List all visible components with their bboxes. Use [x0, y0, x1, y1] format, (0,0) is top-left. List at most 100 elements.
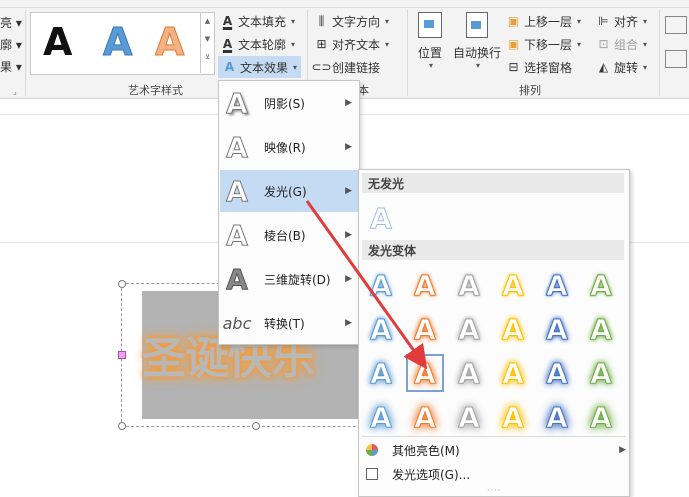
group-separator [407, 10, 408, 96]
create-link-button[interactable]: ⊂⊃ 创建链接 [311, 57, 381, 77]
menu-item-reflection[interactable]: A 映像(R) ▶ [220, 126, 358, 168]
height-icon[interactable] [665, 16, 687, 34]
width-icon[interactable] [665, 50, 687, 68]
glow-variant-option[interactable]: A [362, 398, 400, 436]
bring-forward-button[interactable]: ▣ 上移一层 ▾ [506, 11, 581, 31]
send-backward-button[interactable]: ▣ 下移一层 ▾ [506, 34, 581, 54]
partial-label: 果 ▾ [0, 59, 22, 74]
glow-variant-option[interactable]: A [538, 266, 576, 304]
partial-effects-button[interactable]: 果 ▾ [0, 56, 22, 76]
menu-item-label: 阴影(S) [264, 96, 305, 111]
dropdown-caret-icon: ▾ [291, 39, 296, 49]
send-backward-icon: ▣ [507, 37, 520, 51]
dropdown-caret-icon: ▾ [643, 16, 648, 26]
glow-variant-option[interactable]: A [582, 354, 620, 392]
glow-options-item[interactable]: 发光选项(G)... [362, 463, 470, 485]
selection-pane-button[interactable]: ⊟ 选择窗格 [506, 57, 572, 77]
color-palette-icon [362, 443, 382, 457]
group-launcher-icon[interactable]: ⌟ [13, 87, 17, 96]
wrap-text-button[interactable]: 自动换行 ▾ [451, 12, 503, 70]
glow-variant-option[interactable]: A [494, 310, 532, 348]
bevel-icon: A [226, 218, 249, 252]
dropdown-caret-icon: ▾ [385, 39, 390, 49]
glow-variant-option[interactable]: A [450, 398, 488, 436]
text-direction-label: 文字方向 [332, 14, 381, 29]
partial-fill-button[interactable]: 亮 ▾ [0, 12, 22, 32]
partial-label: 廓 ▾ [0, 37, 22, 52]
align-button[interactable]: ⊫ 对齐 ▾ [596, 11, 647, 31]
resize-handle[interactable] [118, 422, 126, 430]
text-fill-button[interactable]: A 文本填充 ▾ [220, 11, 295, 31]
gallery-scrollbar[interactable]: ▲ ▼ ⊻ [200, 12, 214, 73]
menu-item-bevel[interactable]: A 棱台(B) ▶ [220, 214, 358, 256]
glow-variant-option[interactable]: A [406, 354, 444, 392]
glow-variant-option[interactable]: A [582, 310, 620, 348]
wordart-style-orange[interactable]: A [154, 19, 184, 65]
glow-variant-option[interactable]: A [494, 266, 532, 304]
glow-icon: A [226, 174, 249, 208]
resize-grip-icon[interactable]: ···· [487, 486, 501, 495]
partial-label: 亮 ▾ [0, 15, 22, 30]
wordart-styles-gallery[interactable]: A A A [30, 12, 215, 75]
glow-variant-option[interactable]: A [538, 354, 576, 392]
wrap-text-icon [466, 12, 488, 38]
text-outline-button[interactable]: A 文本轮廓 ▾ [220, 34, 295, 54]
partial-outline-button[interactable]: 廓 ▾ [0, 34, 22, 54]
dropdown-caret-icon: ▾ [643, 62, 648, 72]
menu-item-3d-rotation[interactable]: A 三维旋转(D) ▶ [220, 258, 358, 300]
group-button[interactable]: ⊡ 组合 ▾ [596, 34, 647, 54]
glow-variant-option[interactable]: A [362, 310, 400, 348]
glow-variant-option[interactable]: A [582, 398, 620, 436]
resize-handle[interactable] [118, 280, 126, 288]
submenu-arrow-icon: ▶ [345, 186, 352, 196]
no-glow-option[interactable]: A [362, 199, 400, 237]
text-effects-button[interactable]: A 文本效果 ▾ [218, 56, 302, 78]
adjust-handle[interactable] [118, 351, 126, 359]
text-direction-button[interactable]: ⫼ 文字方向 ▾ [314, 11, 389, 31]
glow-variant-option[interactable]: A [494, 354, 532, 392]
dropdown-caret-icon: ▾ [577, 16, 582, 26]
menu-item-glow[interactable]: A 发光(G) ▶ [220, 170, 358, 212]
dropdown-caret-icon: ▾ [577, 39, 582, 49]
text-effects-icon: A [224, 60, 235, 74]
gallery-more-icon[interactable]: ⊻ [201, 48, 214, 66]
resize-handle[interactable] [252, 422, 260, 430]
bring-forward-label: 上移一层 [524, 14, 573, 29]
shadow-icon: A [226, 86, 249, 120]
glow-variant-option[interactable]: A [538, 310, 576, 348]
glow-variant-option[interactable]: A [582, 266, 620, 304]
wordart-styles-group-label: 艺术字样式 [128, 84, 183, 97]
create-link-label: 创建链接 [332, 60, 381, 75]
glow-variant-option[interactable]: A [494, 398, 532, 436]
send-backward-label: 下移一层 [524, 37, 573, 52]
submenu-arrow-icon: ▶ [345, 230, 352, 240]
rotate-button[interactable]: ◭ 旋转 ▾ [596, 57, 647, 77]
glow-variant-option[interactable]: A [450, 310, 488, 348]
wordart-style-blue[interactable]: A [102, 19, 132, 65]
glow-variant-option[interactable]: A [406, 398, 444, 436]
transform-icon: abc [222, 313, 252, 333]
align-text-button[interactable]: ⊞ 对齐文本 ▾ [314, 34, 389, 54]
text-fill-label: 文本填充 [238, 14, 287, 29]
position-button[interactable]: 位置 ▾ [414, 12, 446, 70]
align-label: 对齐 [614, 14, 639, 29]
glow-variant-option[interactable]: A [406, 310, 444, 348]
menu-item-label: 映像(R) [264, 140, 306, 155]
more-glow-colors-item[interactable]: 其他亮色(M) ▶ [362, 439, 626, 461]
glow-variant-option[interactable]: A [538, 398, 576, 436]
glow-variant-option[interactable]: A [362, 354, 400, 392]
glow-variant-option[interactable]: A [450, 354, 488, 392]
glow-variant-option[interactable]: A [450, 266, 488, 304]
menu-item-shadow[interactable]: A 阴影(S) ▶ [220, 82, 358, 124]
gallery-up-icon[interactable]: ▲ [201, 12, 214, 30]
wordart-style-black[interactable]: A [43, 19, 72, 65]
gallery-down-icon[interactable]: ▼ [201, 30, 214, 48]
dropdown-caret-icon: ▾ [643, 39, 648, 49]
submenu-arrow-icon: ▶ [345, 274, 352, 284]
ribbon-top-edge [0, 0, 689, 8]
glow-variant-option[interactable]: A [406, 266, 444, 304]
position-icon [418, 12, 442, 38]
menu-item-transform[interactable]: abc 转换(T) ▶ [220, 302, 358, 344]
3d-rotation-icon: A [226, 262, 249, 296]
glow-variant-option[interactable]: A [362, 266, 400, 304]
